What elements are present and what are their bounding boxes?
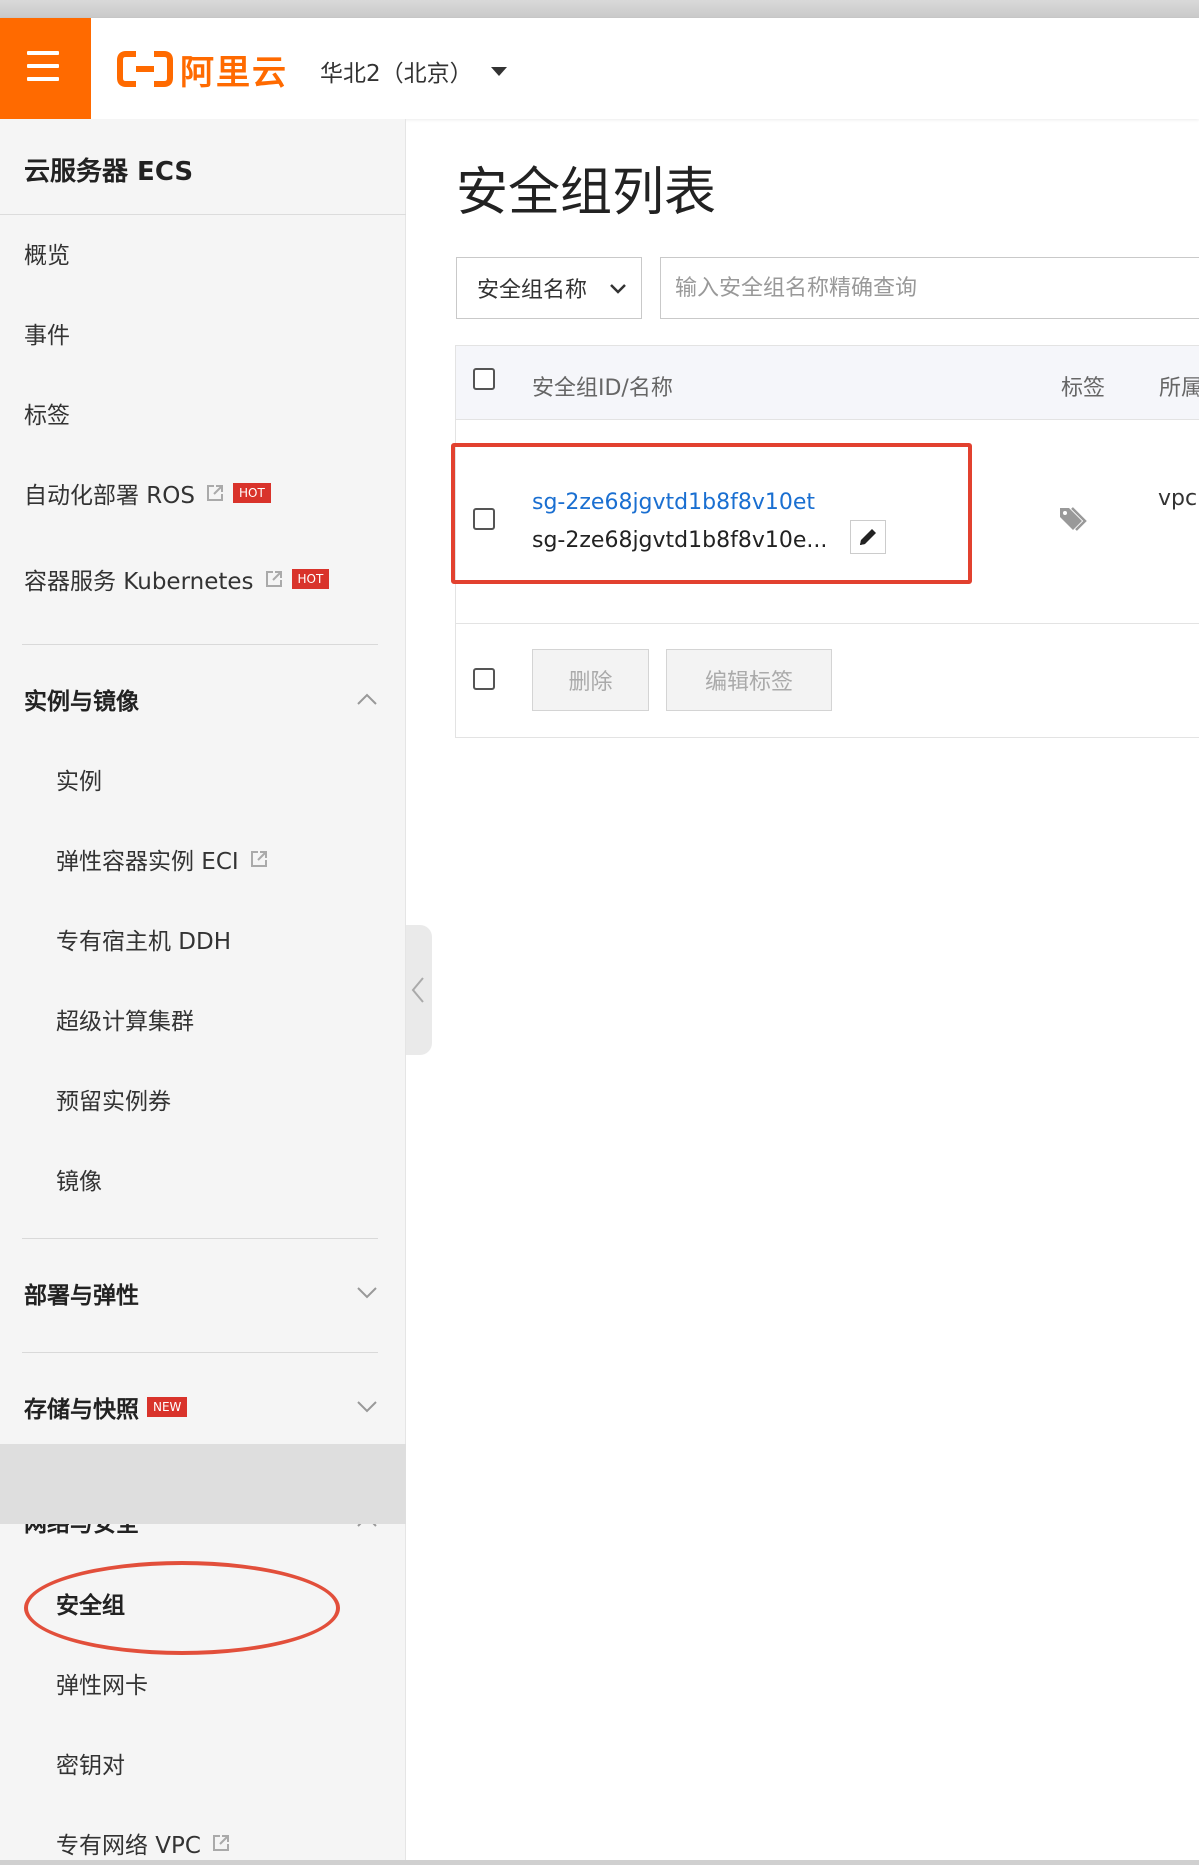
caret-down-icon — [490, 66, 507, 76]
chevron-left-icon — [411, 977, 424, 1003]
sidebar-item-instances[interactable]: 实例 — [56, 762, 102, 796]
menu-button[interactable] — [0, 18, 91, 119]
select-all-checkbox[interactable] — [473, 368, 495, 390]
external-link-icon — [207, 485, 223, 501]
sidebar-item-keypair[interactable]: 密钥对 — [56, 1746, 125, 1780]
divider — [22, 644, 378, 645]
aliyun-logo-icon — [117, 51, 173, 87]
sidebar-item-label: 超级计算集群 — [56, 1009, 194, 1035]
sidebar-group-label: 存储与快照 — [24, 1397, 139, 1423]
sidebar-group-label-wrap: 存储与快照 NEW — [24, 1390, 188, 1424]
sidebar-item-label: 预留实例券 — [56, 1089, 171, 1115]
sidebar-item-vpc[interactable]: 专有网络 VPC — [56, 1826, 231, 1860]
sidebar-group-label: 实例与镜像 — [24, 689, 139, 715]
sidebar-item-scc[interactable]: 超级计算集群 — [56, 1002, 194, 1036]
sidebar-item-label: 专有网络 VPC — [56, 1833, 201, 1859]
sidebar-item-label: 容器服务 Kubernetes — [24, 569, 254, 595]
window-bottom-edge — [0, 1860, 1199, 1865]
sidebar-item-label: 镜像 — [56, 1169, 102, 1195]
tag-icon[interactable] — [1058, 504, 1090, 536]
sidebar-item-label: 自动化部署 ROS — [24, 483, 195, 509]
delete-button[interactable]: 删除 — [532, 649, 649, 711]
sidebar-item-label: 弹性容器实例 ECI — [56, 849, 239, 875]
sidebar-title: 云服务器 ECS — [24, 157, 194, 187]
search-input[interactable] — [660, 257, 1199, 319]
vpc-value: vpc — [1158, 486, 1198, 511]
chevron-down-icon — [357, 1287, 377, 1299]
region-selector[interactable]: 华北2（北京） — [320, 54, 507, 88]
chevron-down-icon — [357, 1401, 377, 1413]
brand-text: 阿里云 — [180, 52, 288, 93]
sidebar-item-reserved[interactable]: 预留实例券 — [56, 1082, 171, 1116]
sidebar-item-ros[interactable]: 自动化部署 ROS HOT — [24, 476, 271, 510]
browser-top-strip — [0, 0, 1199, 19]
sidebar-item-tags[interactable]: 标签 — [24, 396, 70, 430]
divider — [22, 1352, 378, 1353]
new-badge: NEW — [147, 1397, 188, 1417]
sidebar-item-overview[interactable]: 概览 — [24, 236, 70, 270]
sidebar-group-storage[interactable]: 存储与快照 NEW — [24, 1390, 378, 1424]
sidebar-item-eni[interactable]: 弹性网卡 — [56, 1666, 148, 1700]
sidebar-item-eci[interactable]: 弹性容器实例 ECI — [56, 842, 269, 876]
top-header: 阿里云 华北2（北京） — [0, 18, 1199, 119]
highlight-ellipse — [24, 1561, 340, 1655]
external-link-icon — [212, 1835, 229, 1851]
sidebar-item-label: 专有宿主机 DDH — [56, 929, 232, 955]
column-header-tags: 标签 — [1061, 376, 1106, 401]
sidebar-item-label: 实例 — [56, 769, 102, 795]
chevron-down-icon — [610, 284, 626, 294]
external-link-icon — [265, 571, 282, 587]
hot-badge: HOT — [291, 569, 330, 589]
sidebar-group-deploy[interactable]: 部署与弹性 — [24, 1276, 378, 1310]
highlight-box — [451, 443, 972, 584]
sidebar-group-label: 部署与弹性 — [24, 1283, 139, 1309]
region-label: 华北2（北京） — [320, 61, 473, 87]
divider — [456, 623, 1199, 624]
sidebar-group-instances[interactable]: 实例与镜像 — [24, 682, 378, 716]
page-title: 安全组列表 — [456, 163, 717, 223]
divider — [22, 1238, 378, 1239]
column-header-vpc: 所属 — [1159, 376, 1199, 401]
sidebar-item-kubernetes[interactable]: 容器服务 Kubernetes HOT — [24, 562, 330, 596]
filter-selected-value: 安全组名称 — [477, 278, 588, 303]
sidebar-item-label: 弹性网卡 — [56, 1673, 148, 1699]
sidebar-item-label: 事件 — [24, 323, 70, 349]
edit-tags-button[interactable]: 编辑标签 — [666, 649, 832, 711]
sidebar-item-label: 密钥对 — [56, 1753, 125, 1779]
filter-type-select[interactable]: 安全组名称 — [456, 257, 642, 319]
sidebar-item-events[interactable]: 事件 — [24, 316, 70, 350]
sidebar-collapse-handle[interactable] — [406, 925, 432, 1055]
sidebar-item-label: 标签 — [24, 403, 70, 429]
sidebar-item-images[interactable]: 镜像 — [56, 1162, 102, 1196]
chevron-up-icon — [357, 693, 377, 705]
sidebar-item-ddh[interactable]: 专有宿主机 DDH — [56, 922, 231, 956]
bulk-select-checkbox[interactable] — [473, 668, 495, 690]
column-header-id-name: 安全组ID/名称 — [532, 376, 673, 401]
aliyun-logo[interactable]: 阿里云 — [116, 48, 288, 93]
sidebar-active-row — [0, 1444, 406, 1524]
sidebar-item-label: 概览 — [24, 243, 70, 269]
divider — [0, 214, 406, 215]
external-link-icon — [250, 851, 267, 867]
hot-badge: HOT — [233, 483, 271, 503]
table-header: 安全组ID/名称 标签 所属 — [456, 346, 1199, 420]
